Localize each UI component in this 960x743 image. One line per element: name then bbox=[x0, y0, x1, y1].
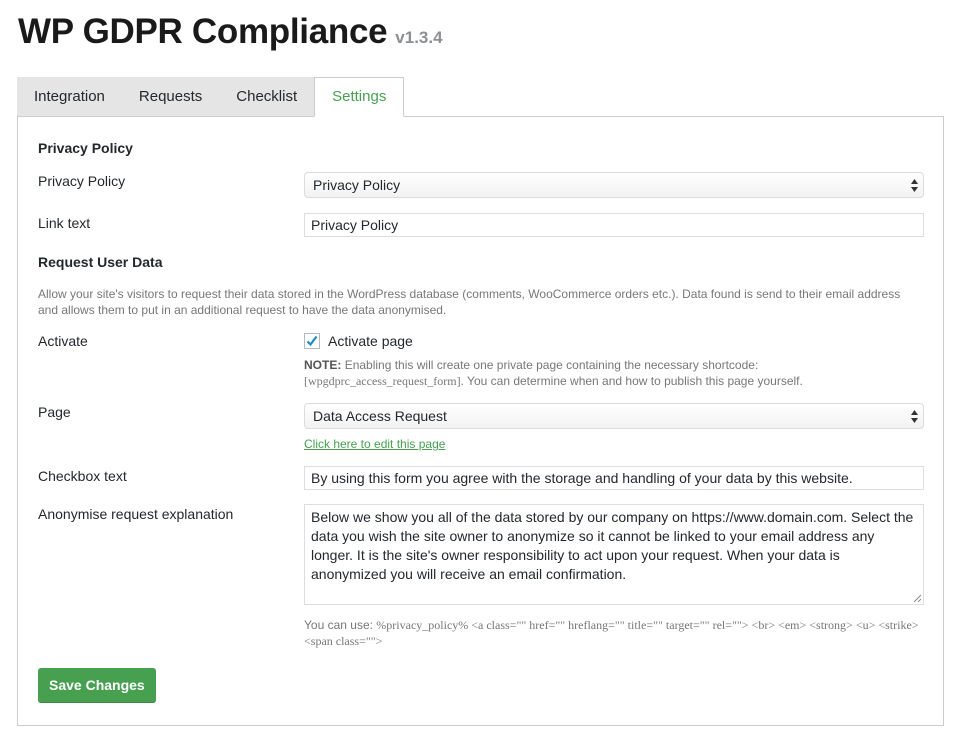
tab-requests[interactable]: Requests bbox=[121, 77, 220, 116]
note-prefix: NOTE: bbox=[304, 358, 342, 372]
allowed-tags-line-1: %privacy_policy% <a class="" href="" hre… bbox=[376, 618, 919, 632]
page-select-value: Data Access Request bbox=[313, 408, 447, 424]
activate-page-checkbox-label[interactable]: Activate page bbox=[328, 333, 413, 349]
activate-page-checkbox[interactable] bbox=[304, 333, 320, 349]
note-text-2: . You can determine when and how to publ… bbox=[460, 374, 803, 388]
request-user-data-description: Allow your site's visitors to request th… bbox=[38, 286, 928, 318]
request-description-line-1: Allow your site's visitors to request th… bbox=[38, 287, 901, 301]
privacy-policy-label: Privacy Policy bbox=[38, 173, 126, 189]
privacy-policy-section-title: Privacy Policy bbox=[38, 140, 133, 156]
note-shortcode: [wpgdprc_access_request_form] bbox=[304, 374, 461, 388]
allowed-tags-prefix: You can use: bbox=[304, 618, 373, 632]
activate-label: Activate bbox=[38, 333, 88, 349]
checkbox-text-input[interactable]: By using this form you agree with the st… bbox=[304, 466, 924, 490]
anonymise-textarea-value: Below we show you all of the data stored… bbox=[311, 509, 914, 582]
page-header: WP GDPR Compliance v1.3.4 bbox=[18, 12, 443, 52]
privacy-policy-select-value: Privacy Policy bbox=[313, 177, 401, 193]
tab-integration[interactable]: Integration bbox=[17, 77, 122, 116]
privacy-policy-select[interactable]: Privacy Policy bbox=[304, 172, 924, 198]
tab-settings[interactable]: Settings bbox=[314, 77, 405, 117]
anonymise-textarea[interactable]: Below we show you all of the data stored… bbox=[304, 504, 924, 605]
anonymise-label: Anonymise request explanation bbox=[38, 506, 234, 522]
select-arrows-icon bbox=[911, 179, 918, 192]
settings-panel: Privacy Policy Privacy Policy Privacy Po… bbox=[17, 116, 944, 726]
request-description-line-2: and allows them to put in an additional … bbox=[38, 303, 447, 317]
page-label: Page bbox=[38, 404, 71, 420]
tab-bar: Integration Requests Checklist Settings bbox=[17, 77, 405, 117]
allowed-tags-line-2: <span class=""> bbox=[304, 634, 383, 648]
allowed-tags-hint: You can use: %privacy_policy% <a class="… bbox=[304, 617, 929, 649]
link-text-input[interactable]: Privacy Policy bbox=[304, 213, 924, 237]
checkbox-text-label: Checkbox text bbox=[38, 468, 127, 484]
resize-handle-icon[interactable] bbox=[913, 594, 921, 602]
select-arrows-icon bbox=[911, 410, 918, 423]
page-title: WP GDPR Compliance bbox=[18, 12, 388, 51]
activate-note: NOTE: Enabling this will create one priv… bbox=[304, 357, 924, 389]
page-select[interactable]: Data Access Request bbox=[304, 403, 924, 429]
note-text: Enabling this will create one private pa… bbox=[344, 358, 759, 372]
edit-page-link[interactable]: Click here to edit this page bbox=[304, 437, 445, 451]
tab-checklist[interactable]: Checklist bbox=[219, 77, 315, 116]
checkmark-icon bbox=[306, 335, 318, 347]
version-badge: v1.3.4 bbox=[395, 28, 443, 47]
request-user-data-section-title: Request User Data bbox=[38, 254, 163, 270]
save-changes-button[interactable]: Save Changes bbox=[38, 668, 156, 702]
link-text-label: Link text bbox=[38, 215, 91, 231]
